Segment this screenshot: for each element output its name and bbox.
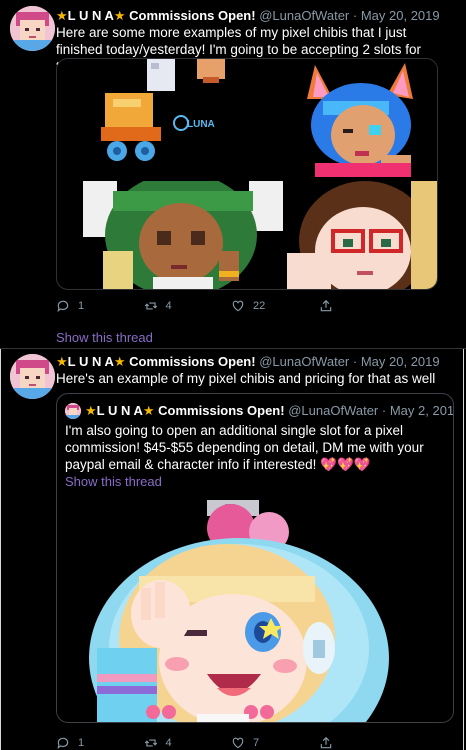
quoted-tweet-text: I'm also going to open an additional sin… [65, 422, 445, 473]
reply-button[interactable]: 1 [56, 298, 144, 314]
tweet-1[interactable]: ★L U N A★ Commissions Open! @LunaOfWater… [0, 0, 466, 348]
like-button[interactable]: 22 [231, 298, 319, 314]
star-icon: ★ [56, 354, 68, 369]
media-grid[interactable]: LUNA [56, 58, 438, 290]
author-avatar[interactable] [10, 354, 55, 399]
heart-icon [232, 300, 244, 312]
tweet-2[interactable]: ★L U N A★ Commissions Open! @LunaOfWater… [0, 348, 466, 750]
retweet-button[interactable]: 4 [144, 298, 232, 314]
quoted-author-avatar [65, 403, 81, 419]
tweet-date[interactable]: May 20, 2019 [361, 8, 440, 23]
tweet-date[interactable]: May 20, 2019 [361, 354, 440, 369]
tweet-header: ★L U N A★ Commissions Open! @LunaOfWater… [56, 354, 458, 370]
heart-emoji-icon: 💖💖💖 [320, 457, 371, 472]
share-icon [320, 736, 331, 749]
quoted-show-thread-link[interactable]: Show this thread [65, 474, 162, 489]
quoted-tweet-date: May 2, 2019 [389, 403, 454, 418]
reply-count: 1 [78, 737, 85, 749]
heart-icon [232, 737, 244, 749]
like-count: 22 [253, 300, 266, 312]
star-icon: ★ [56, 8, 68, 23]
reply-count: 1 [78, 300, 85, 312]
author-handle[interactable]: @LunaOfWater [259, 354, 349, 369]
quoted-author-suffix: Commissions Open! [158, 403, 285, 418]
star-icon: ★ [85, 403, 97, 418]
like-button[interactable]: 7 [231, 735, 319, 750]
share-button[interactable] [319, 298, 407, 314]
share-button[interactable] [319, 735, 407, 750]
retweet-count: 4 [165, 737, 172, 749]
author-name-suffix[interactable]: Commissions Open! [129, 354, 255, 369]
media-image-3[interactable] [83, 181, 283, 289]
star-icon: ★ [113, 354, 126, 369]
share-icon [320, 299, 331, 312]
star-icon: ★ [113, 8, 126, 23]
reply-icon [57, 300, 69, 313]
watermark-luna: LUNA [187, 119, 215, 130]
retweet-button[interactable]: 4 [144, 735, 232, 750]
quoted-tweet-header: ★L U N A★ Commissions Open! @LunaOfWater… [85, 403, 454, 419]
reply-icon [57, 737, 69, 750]
author-handle[interactable]: @LunaOfWater [259, 8, 349, 23]
separator-dot: · [352, 8, 358, 23]
author-avatar[interactable] [10, 6, 55, 51]
author-name[interactable]: L U N A [68, 8, 114, 23]
retweet-icon [144, 739, 157, 747]
quoted-author-name: L U N A [96, 403, 143, 418]
quoted-author-handle: @LunaOfWater [288, 403, 379, 418]
tweet-actions: 1 4 7 [56, 735, 406, 750]
star-icon: ★ [142, 403, 155, 418]
tweet-header: ★L U N A★ Commissions Open! @LunaOfWater… [56, 8, 458, 24]
like-count: 7 [253, 737, 260, 749]
quoted-media-image[interactable] [57, 498, 453, 722]
show-thread-link[interactable]: Show this thread [56, 330, 153, 345]
media-image-2[interactable] [285, 59, 437, 177]
author-name[interactable]: L U N A [68, 354, 114, 369]
tweet-actions: 1 4 22 [56, 298, 406, 314]
reply-button[interactable]: 1 [56, 735, 144, 750]
quoted-tweet[interactable]: ★L U N A★ Commissions Open! @LunaOfWater… [56, 393, 454, 723]
separator-dot: · [352, 354, 358, 369]
retweet-count: 4 [165, 300, 172, 312]
separator-dot: · [381, 403, 387, 418]
tweet-text: Here's an example of my pixel chibis and… [56, 371, 436, 386]
retweet-icon [144, 302, 157, 310]
media-image-4[interactable] [287, 181, 437, 289]
author-name-suffix[interactable]: Commissions Open! [129, 8, 255, 23]
media-image-1[interactable]: LUNA [57, 59, 279, 177]
